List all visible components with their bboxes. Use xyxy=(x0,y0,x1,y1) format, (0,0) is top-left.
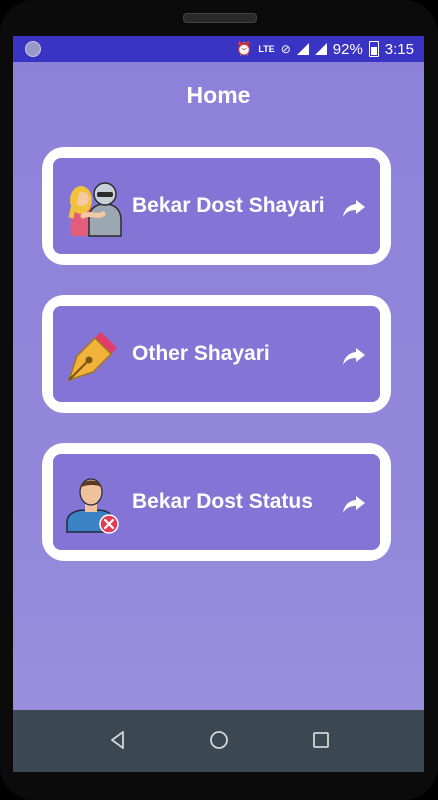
user-remove-icon xyxy=(66,478,119,534)
data-saver-icon: ⊘ xyxy=(280,42,291,56)
lte-icon: LTE xyxy=(258,44,275,54)
screen: ⏰ LTE ⊘ 92% 3:15 Home Bekar Dost Shayari… xyxy=(13,36,424,772)
home-icon[interactable] xyxy=(207,728,231,752)
signal-icon-2 xyxy=(314,43,327,55)
pen-nib-icon xyxy=(67,332,117,382)
card-label: Bekar Dost Shayari xyxy=(132,194,325,217)
battery-icon xyxy=(368,41,379,57)
share-icon[interactable] xyxy=(342,198,366,218)
friends-icon xyxy=(68,182,122,237)
clock: 3:15 xyxy=(384,40,414,58)
share-icon[interactable] xyxy=(342,346,366,366)
page-title: Home xyxy=(186,82,251,108)
card-bekar-dost-shayari[interactable]: Bekar Dost Shayari xyxy=(42,147,391,265)
status-icons: ⏰ LTE ⊘ 92% 3:15 xyxy=(236,39,414,59)
navigation-bar xyxy=(13,710,424,772)
card-inner[interactable]: Bekar Dost Shayari xyxy=(53,158,380,254)
battery-percent: 92% xyxy=(332,40,363,58)
phone-frame: ⏰ LTE ⊘ 92% 3:15 Home Bekar Dost Shayari… xyxy=(0,0,438,800)
speaker-grille xyxy=(183,13,257,23)
card-label: Bekar Dost Status xyxy=(132,490,313,513)
back-icon[interactable] xyxy=(106,728,130,752)
card-inner[interactable]: Bekar Dost Status xyxy=(53,454,380,550)
card-inner[interactable]: Other Shayari xyxy=(53,306,380,402)
card-label: Other Shayari xyxy=(132,342,270,365)
status-bar: ⏰ LTE ⊘ 92% 3:15 xyxy=(13,36,424,62)
signal-icon-1 xyxy=(296,43,309,55)
card-other-shayari[interactable]: Other Shayari xyxy=(42,295,391,413)
recents-icon[interactable] xyxy=(309,728,333,752)
notification-icon xyxy=(25,41,41,57)
share-icon[interactable] xyxy=(342,494,366,514)
card-bekar-dost-status[interactable]: Bekar Dost Status xyxy=(42,443,391,561)
alarm-icon: ⏰ xyxy=(236,41,253,56)
